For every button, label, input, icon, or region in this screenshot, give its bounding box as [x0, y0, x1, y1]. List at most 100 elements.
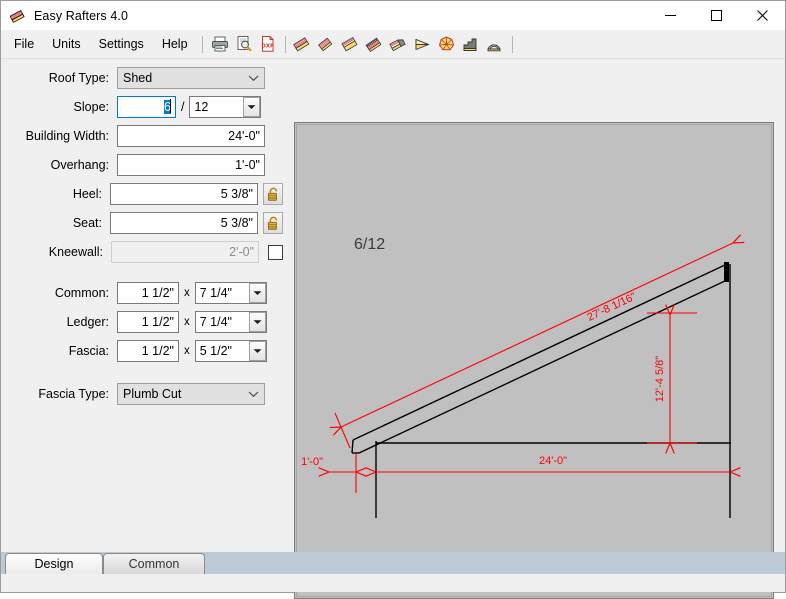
print-preview-icon[interactable] — [233, 33, 255, 55]
fascia-depth-select[interactable]: 5 1/2" — [194, 340, 267, 362]
window-controls — [647, 1, 785, 30]
overhang-input[interactable]: 1'-0" — [117, 154, 265, 176]
dropdown-arrow-icon[interactable] — [243, 97, 261, 117]
chevron-down-icon — [248, 71, 259, 85]
rafter-length-dimension-line — [329, 234, 745, 436]
tab-common-label: Common — [128, 557, 180, 571]
ledger-block — [724, 262, 729, 282]
svg-text:DXF: DXF — [261, 43, 274, 49]
hip-rafter-icon[interactable] — [316, 33, 338, 55]
fascia-type-value: Plumb Cut — [123, 387, 182, 401]
field-row-fascia: Fascia: 1 1/2" x 5 1/2" — [1, 340, 283, 362]
ledger-depth-value: 7 1/4" — [199, 315, 232, 329]
slope-run-select[interactable]: 12 — [189, 96, 262, 118]
slope-ratio-label: 6/12 — [354, 236, 385, 253]
heel-label: Heel: — [72, 187, 102, 201]
slope-separator: / — [181, 100, 185, 114]
dxf-export-icon[interactable]: DXF — [257, 33, 279, 55]
overhang-label: 1'-0" — [301, 456, 323, 468]
fascia-plumb-cut — [351, 439, 354, 454]
fascia-type-select[interactable]: Plumb Cut — [117, 383, 265, 405]
field-row-slope: Slope: 6 / 12 — [1, 96, 283, 118]
main-content-area: Roof Type: Shed Slope: 6 / 12 Building W… — [1, 59, 785, 599]
roof-type-label: Roof Type: — [48, 71, 109, 85]
ledger-dimension-separator: x — [184, 316, 190, 328]
polygon-roof-icon[interactable] — [436, 33, 458, 55]
status-bar — [1, 573, 785, 592]
field-row-fascia-type: Fascia Type: Plumb Cut — [1, 383, 283, 405]
building-width-label: Building Width: — [25, 129, 109, 143]
menu-toolbar-strip: File Units Settings Help DXF — [1, 30, 785, 59]
window-title: Easy Rafters 4.0 — [34, 8, 129, 23]
rafter-top-edge — [352, 263, 728, 441]
menu-file[interactable]: File — [5, 33, 43, 56]
field-row-overhang: Overhang: 1'-0" — [1, 154, 283, 176]
seat-label: Seat: — [72, 216, 102, 230]
roof-type-value: Shed — [123, 71, 153, 85]
roof-drawing-canvas[interactable]: 6/12 27'-8 1/16" 12'-4 5/8" 1'-0" 24'-0" — [294, 122, 774, 599]
menu-settings[interactable]: Settings — [90, 33, 153, 56]
common-dimension-separator: x — [184, 287, 190, 299]
seat-input[interactable]: 5 3/8" — [110, 212, 258, 234]
toolbar-separator — [511, 35, 513, 53]
ledger-label: Ledger: — [66, 315, 109, 329]
toolbar-separator — [284, 35, 286, 53]
dropdown-arrow-icon[interactable] — [248, 341, 266, 361]
arch-icon[interactable] — [484, 33, 506, 55]
slope-rise-input[interactable]: 6 — [117, 96, 176, 118]
rafter-bottom-edge — [358, 279, 728, 454]
building-width-input[interactable]: 24'-0" — [117, 125, 265, 147]
slope-label: Slope: — [73, 100, 109, 114]
slope-run-value: 12 — [194, 100, 209, 114]
rafter-icon — [9, 8, 26, 24]
toolbar-separator — [201, 35, 203, 53]
building-width-label: 24'-0" — [539, 455, 567, 467]
jack-rafter-icon[interactable] — [364, 33, 386, 55]
heel-input[interactable]: 5 3/8" — [110, 183, 258, 205]
print-icon[interactable] — [209, 33, 231, 55]
tab-design[interactable]: Design — [5, 553, 103, 574]
fascia-thickness-input[interactable]: 1 1/2" — [117, 340, 179, 362]
application-window: Easy Rafters 4.0 File Units Settings Hel… — [0, 0, 786, 599]
fascia-dimension-separator: x — [184, 345, 190, 357]
field-row-seat: Seat: 5 3/8" — [1, 212, 283, 234]
kneewall-label: Kneewall: — [48, 245, 103, 259]
minimize-button[interactable] — [647, 1, 693, 30]
menu-units[interactable]: Units — [43, 33, 89, 56]
field-row-roof-type: Roof Type: Shed — [1, 67, 283, 89]
ridge-board-icon[interactable] — [388, 33, 410, 55]
tab-design-label: Design — [34, 557, 74, 571]
common-rafter-icon[interactable] — [292, 33, 314, 55]
dropdown-arrow-icon[interactable] — [248, 283, 266, 303]
valley-rafter-icon[interactable] — [340, 33, 362, 55]
fascia-type-label: Fascia Type: — [38, 387, 109, 401]
padlock-open-icon[interactable] — [263, 183, 283, 205]
common-label: Common: — [54, 286, 109, 300]
roof-type-select[interactable]: Shed — [117, 67, 265, 89]
angle-cut-icon[interactable] — [412, 33, 434, 55]
common-thickness-input[interactable]: 1 1/2" — [117, 282, 179, 304]
wall-height-label: 12'-4 5/8" — [654, 356, 666, 402]
ledger-thickness-input[interactable]: 1 1/2" — [117, 311, 179, 333]
stair-icon[interactable] — [460, 33, 482, 55]
field-row-ledger: Ledger: 1 1/2" x 7 1/4" — [1, 311, 283, 333]
chevron-down-icon — [248, 387, 259, 401]
menu-help[interactable]: Help — [153, 33, 197, 56]
ledger-depth-select[interactable]: 7 1/4" — [194, 311, 267, 333]
rafter-length-extension-tick — [334, 412, 351, 449]
maximize-button[interactable] — [693, 1, 739, 30]
close-button[interactable] — [739, 1, 785, 30]
dropdown-arrow-icon[interactable] — [248, 312, 266, 332]
fascia-depth-value: 5 1/2" — [199, 344, 232, 358]
field-row-kneewall: Kneewall: 2'-0" — [1, 241, 283, 263]
kneewall-input: 2'-0" — [111, 241, 259, 263]
kneewall-checkbox[interactable] — [268, 244, 283, 260]
field-row-heel: Heel: 5 3/8" — [1, 183, 283, 205]
field-row-common: Common: 1 1/2" x 7 1/4" — [1, 282, 283, 304]
tab-common[interactable]: Common — [103, 553, 205, 574]
common-depth-select[interactable]: 7 1/4" — [194, 282, 267, 304]
fascia-label: Fascia: — [68, 344, 109, 358]
overhang-label: Overhang: — [50, 158, 109, 172]
shed-roof-diagram: 6/12 27'-8 1/16" 12'-4 5/8" 1'-0" 24'-0" — [301, 234, 745, 518]
padlock-open-icon[interactable] — [263, 212, 283, 234]
